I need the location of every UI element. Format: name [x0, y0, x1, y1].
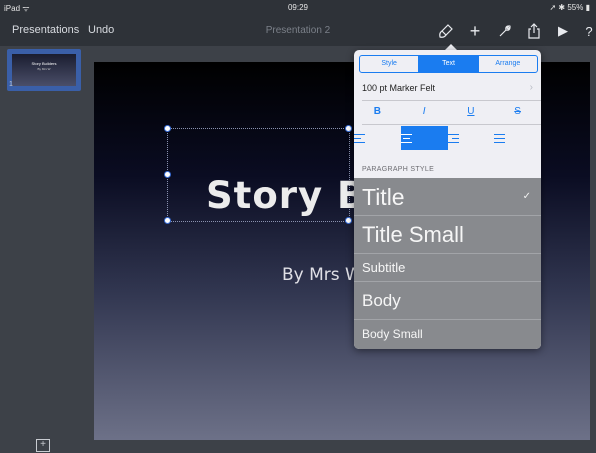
tab-style[interactable]: Style — [360, 56, 418, 72]
help-icon[interactable]: ? — [580, 22, 596, 40]
align-center-icon — [400, 133, 448, 143]
tab-arrange[interactable]: Arrange — [477, 56, 537, 72]
add-slide-button[interactable]: + — [36, 439, 50, 452]
wrench-icon[interactable] — [496, 22, 514, 40]
paragraph-style-list: Title ✓ Title Small Subtitle Body Body S… — [354, 178, 541, 349]
align-left-button[interactable] — [354, 126, 401, 150]
chevron-right-icon: › — [529, 82, 533, 93]
font-label: 100 pt Marker Felt — [362, 83, 436, 93]
paragraph-style-header: PARAGRAPH STYLE — [362, 166, 435, 173]
resize-handle[interactable] — [345, 125, 352, 132]
list-item-body[interactable]: Body — [354, 282, 541, 320]
font-selector[interactable]: 100 pt Marker Felt › — [354, 77, 541, 99]
resize-handle[interactable] — [164, 125, 171, 132]
thumbnail-title: Story Builders — [31, 61, 57, 66]
resize-handle[interactable] — [164, 171, 171, 178]
status-bar: iPad ᯤ 09:29 ➚ ✱ 55% ▮ — [0, 0, 596, 16]
slide-number: 1 — [9, 81, 13, 88]
align-right-icon — [447, 133, 495, 143]
style-label: Subtitle — [362, 260, 406, 275]
style-label: Title — [362, 184, 405, 210]
format-popover: Style Text Arrange 100 pt Marker Felt › … — [354, 50, 541, 349]
slide-subtitle-text[interactable]: By Mrs W — [282, 265, 362, 285]
format-brush-icon[interactable] — [437, 22, 455, 40]
align-center-button[interactable] — [400, 126, 448, 150]
battery-status: ➚ ✱ 55% ▮ — [549, 3, 591, 12]
text-style-buttons: B I U S — [354, 102, 541, 122]
divider — [362, 124, 541, 125]
toolbar: Presentations Undo Presentation 2 + ▶ ? — [0, 16, 596, 46]
checkmark-icon: ✓ — [522, 191, 531, 202]
divider — [362, 100, 541, 101]
strikethrough-button[interactable]: S — [494, 102, 541, 122]
list-item-subtitle[interactable]: Subtitle — [354, 254, 541, 282]
alignment-buttons — [354, 126, 541, 150]
style-label: Title Small — [362, 222, 464, 247]
italic-button[interactable]: I — [401, 102, 448, 122]
resize-handle[interactable] — [164, 217, 171, 224]
list-item-body-small[interactable]: Body Small — [354, 320, 541, 349]
resize-handle[interactable] — [345, 217, 352, 224]
list-item-title[interactable]: Title ✓ — [354, 178, 541, 216]
align-justify-icon — [494, 133, 541, 143]
align-left-icon — [354, 133, 401, 143]
share-icon[interactable] — [525, 22, 543, 40]
clock: 09:29 — [287, 3, 309, 12]
tab-text[interactable]: Text — [418, 56, 478, 72]
thumbnail-subtitle: By Mrs W — [37, 67, 51, 71]
slide-title-text[interactable]: Story B — [206, 174, 366, 217]
slide-thumbnail[interactable]: Story Builders By Mrs W — [7, 49, 81, 91]
bold-button[interactable]: B — [354, 102, 401, 122]
style-label: Body — [362, 291, 401, 310]
list-item-title-small[interactable]: Title Small — [354, 216, 541, 254]
add-icon[interactable]: + — [466, 21, 484, 41]
thumbnail-preview: Story Builders By Mrs W — [12, 54, 76, 86]
format-tabs: Style Text Arrange — [359, 55, 538, 73]
underline-button[interactable]: U — [448, 102, 495, 122]
align-justify-button[interactable] — [494, 126, 541, 150]
align-right-button[interactable] — [447, 126, 495, 150]
slide-navigator: Story Builders By Mrs W 1 + — [0, 46, 86, 453]
play-icon[interactable]: ▶ — [554, 22, 572, 40]
style-label: Body Small — [362, 327, 423, 341]
